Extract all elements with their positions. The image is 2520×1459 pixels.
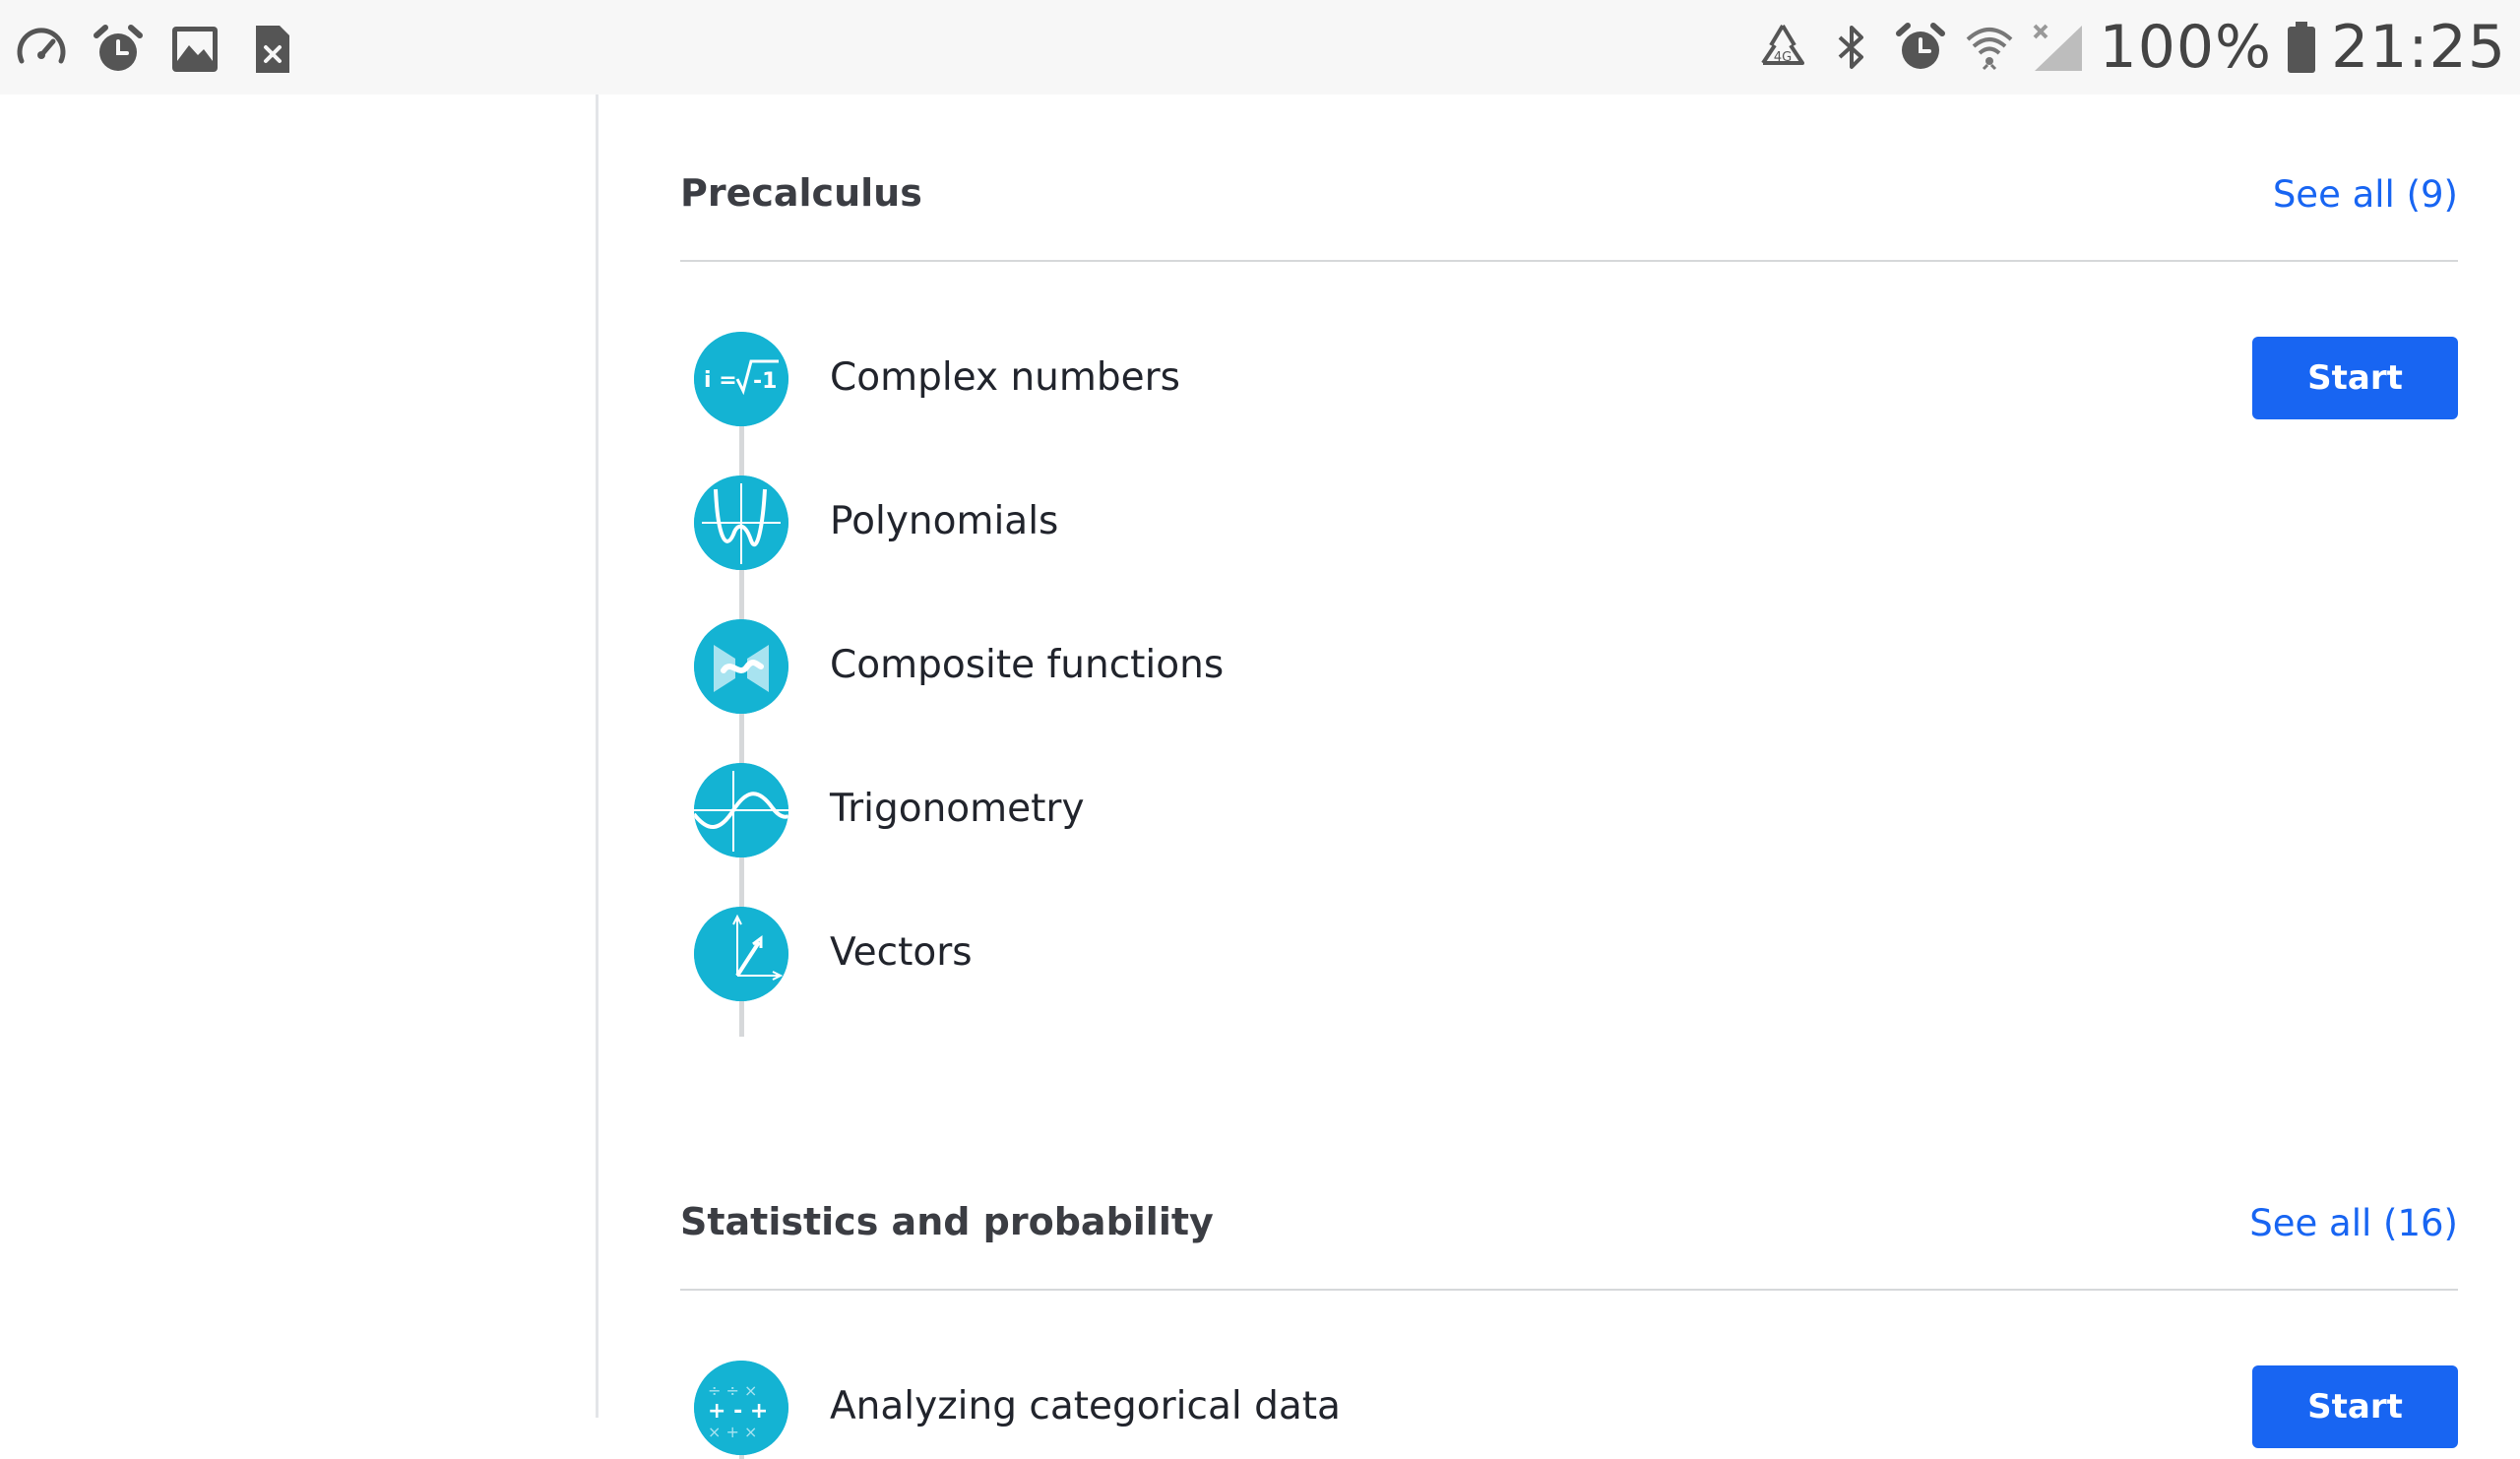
topic-label: Vectors	[830, 930, 973, 975]
status-bar: 4G 100% 21:25	[0, 0, 2520, 95]
bluetooth-icon	[1838, 26, 1863, 69]
section-header: Precalculus See all (9)	[680, 95, 2458, 262]
sim-error-icon	[256, 26, 289, 73]
battery-percent: 100%	[2099, 13, 2273, 82]
polynomials-icon	[694, 476, 788, 570]
status-bar-right: 4G 100% 21:25	[1755, 18, 2506, 77]
alarm-icon	[1895, 23, 1945, 69]
svg-text:+ - +: + - +	[708, 1399, 768, 1424]
list-item-polynomials[interactable]: Polynomials	[694, 476, 2458, 570]
list-item-complex-numbers[interactable]: i = -1 Complex numbers Start	[694, 332, 2458, 426]
topic-label: Polynomials	[830, 499, 1059, 543]
section-header: Statistics and probability See all (16)	[680, 1123, 2458, 1291]
topic-label: Trigonometry	[830, 787, 1085, 831]
categorical-data-icon: ÷ ÷ × + - + × + ×	[694, 1361, 788, 1455]
topic-label: Analyzing categorical data	[830, 1384, 1341, 1428]
status-bar-left	[14, 22, 299, 77]
svg-text:÷ ÷ ×: ÷ ÷ ×	[708, 1381, 757, 1400]
trigonometry-icon	[694, 763, 788, 857]
see-all-link[interactable]: See all (9)	[2273, 173, 2458, 216]
speedometer-icon	[17, 28, 66, 64]
complex-numbers-icon: i = -1	[694, 332, 788, 426]
composite-functions-icon	[694, 619, 788, 714]
see-all-link[interactable]: See all (16)	[2249, 1202, 2458, 1244]
topic-label: Composite functions	[830, 643, 1225, 687]
svg-text:-1: -1	[753, 369, 777, 394]
svg-text:i =: i =	[704, 368, 737, 393]
signal-icon	[2033, 24, 2082, 71]
list-item-analyzing-categorical-data[interactable]: ÷ ÷ × + - + × + × Analyzing categorical …	[694, 1361, 2458, 1455]
start-button[interactable]: Start	[2252, 337, 2458, 419]
start-button[interactable]: Start	[2252, 1365, 2458, 1448]
left-panel-divider	[596, 95, 598, 1418]
list-item-vectors[interactable]: Vectors	[694, 907, 2458, 1001]
vectors-icon	[694, 907, 788, 1001]
image-icon	[172, 27, 218, 72]
section-title: Precalculus	[680, 171, 922, 215]
svg-text:4G: 4G	[1773, 50, 1791, 65]
recycle-icon: 4G	[1760, 24, 1804, 65]
battery-icon	[2288, 22, 2316, 73]
section-precalculus: Precalculus See all (9) i = -1 Complex n…	[680, 95, 2458, 1037]
section-title: Statistics and probability	[680, 1200, 1214, 1243]
list-item-composite-functions[interactable]: Composite functions	[694, 619, 2458, 714]
section-statistics-probability: Statistics and probability See all (16) …	[680, 1123, 2458, 1459]
alarm-icon	[94, 25, 143, 71]
topic-label: Complex numbers	[830, 355, 1180, 400]
list-item-trigonometry[interactable]: Trigonometry	[694, 763, 2458, 857]
wifi-icon	[1966, 28, 2012, 71]
clock: 21:25	[2331, 13, 2506, 82]
svg-text:× + ×: × + ×	[708, 1423, 757, 1441]
